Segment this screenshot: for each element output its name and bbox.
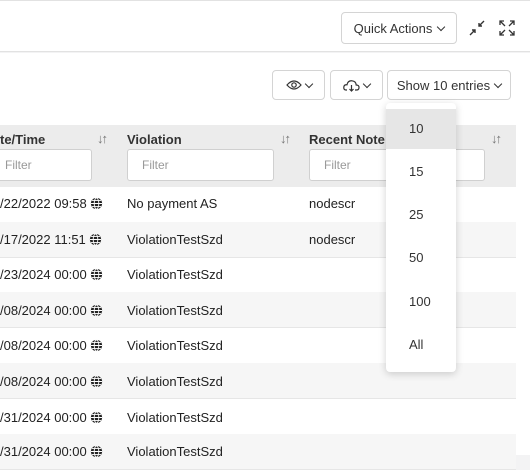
- eye-icon: [285, 80, 302, 90]
- globe-icon: [89, 233, 102, 249]
- page-length-option-10[interactable]: 10: [386, 109, 456, 149]
- sort-icon[interactable]: ↓↑: [491, 131, 502, 146]
- globe-icon: [90, 375, 103, 391]
- column-visibility-button[interactable]: [272, 70, 325, 100]
- page-length-option-15[interactable]: 15: [386, 152, 456, 192]
- chevron-down-icon: [437, 22, 446, 31]
- globe-icon: [90, 268, 103, 284]
- export-button[interactable]: [330, 70, 383, 100]
- globe-icon: [90, 304, 103, 320]
- violation-cell: No payment AS: [127, 196, 218, 211]
- option-label: All: [409, 337, 424, 352]
- datetime-cell: /23/2024 00:00: [0, 267, 103, 284]
- globe-icon: [90, 197, 103, 213]
- note-cell: nodescr: [309, 196, 356, 211]
- globe-icon: [90, 411, 103, 427]
- page-length-option-all[interactable]: All: [386, 325, 456, 365]
- note-cell: nodescr: [309, 232, 356, 247]
- sort-icon[interactable]: ↓↑: [280, 131, 291, 146]
- page-length-option-100[interactable]: 100: [386, 282, 456, 322]
- collapse-button[interactable]: [467, 18, 487, 38]
- violation-cell: ViolationTestSzd: [127, 410, 223, 425]
- top-bar: Quick Actions: [0, 0, 530, 52]
- violation-cell: ViolationTestSzd: [127, 232, 223, 247]
- violation-cell: ViolationTestSzd: [127, 338, 223, 353]
- column-header-violation[interactable]: Violation: [127, 132, 182, 147]
- chevron-down-icon: [362, 79, 372, 88]
- datetime-cell: /17/2022 11:51: [0, 232, 102, 249]
- expand-button[interactable]: [496, 18, 518, 38]
- option-label: 50: [409, 250, 424, 265]
- collapse-icon: [469, 20, 485, 36]
- column-header-recent-note[interactable]: Recent Note: [309, 132, 385, 147]
- datetime-cell: /08/2024 00:00: [0, 338, 103, 355]
- globe-icon: [90, 339, 103, 355]
- datetime-filter-input[interactable]: Filter: [0, 149, 92, 181]
- expand-icon: [499, 20, 515, 36]
- option-label: 15: [409, 164, 424, 179]
- show-entries-button[interactable]: Show 10 entries: [387, 70, 511, 100]
- datetime-cell: /08/2024 00:00: [0, 303, 103, 320]
- option-label: 100: [409, 294, 431, 309]
- datetime-cell: /31/2024 00:00: [0, 444, 103, 461]
- quick-actions-button[interactable]: Quick Actions: [341, 12, 457, 44]
- datetime-cell: /31/2024 00:00: [0, 410, 103, 427]
- datetime-cell: /08/2024 00:00: [0, 374, 103, 391]
- chevron-down-icon: [493, 79, 503, 88]
- datetime-cell: /22/2022 09:58: [0, 196, 103, 213]
- violation-cell: ViolationTestSzd: [127, 267, 223, 282]
- page-length-option-25[interactable]: 25: [386, 195, 456, 235]
- violation-cell: ViolationTestSzd: [127, 303, 223, 318]
- violation-cell: ViolationTestSzd: [127, 444, 223, 459]
- page-length-dropdown: 10 15 25 50 100 All: [386, 103, 456, 372]
- option-label: 25: [409, 207, 424, 222]
- chevron-down-icon: [304, 79, 313, 88]
- option-label: 10: [409, 121, 424, 136]
- column-header-datetime[interactable]: te/Time: [0, 132, 45, 147]
- violation-cell: ViolationTestSzd: [127, 374, 223, 389]
- globe-icon: [90, 445, 103, 461]
- page-length-option-50[interactable]: 50: [386, 238, 456, 278]
- show-entries-label: Show 10 entries: [396, 77, 491, 93]
- violation-filter-input[interactable]: Filter: [127, 149, 274, 181]
- cloud-download-icon: [343, 79, 360, 92]
- sort-icon[interactable]: ↓↑: [97, 131, 108, 146]
- quick-actions-label: Quick Actions: [353, 20, 433, 36]
